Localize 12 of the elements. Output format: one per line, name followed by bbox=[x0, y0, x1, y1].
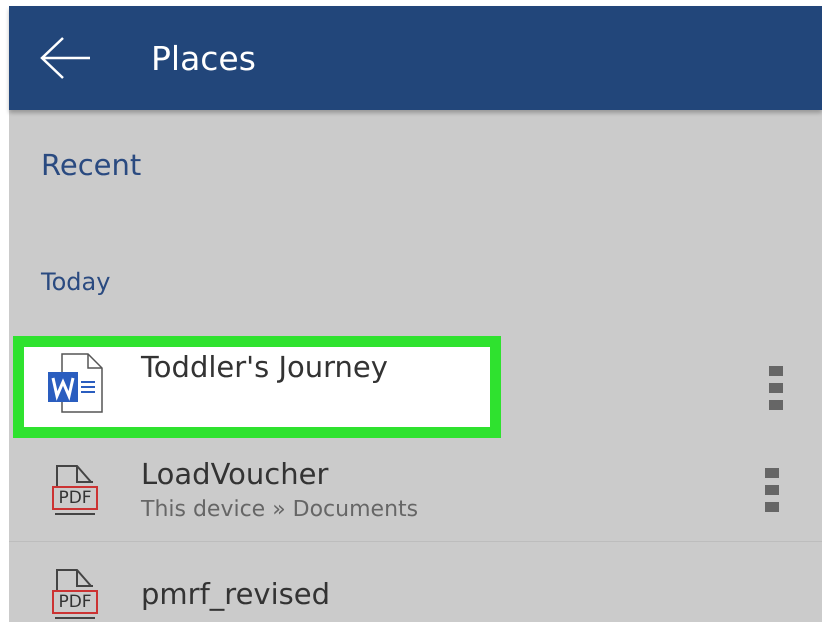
file-name: pmrf_revised bbox=[141, 576, 330, 610]
file-row[interactable]: PDF pmrf_revised bbox=[9, 542, 822, 622]
file-name: LoadVoucher bbox=[141, 457, 330, 491]
more-options-icon[interactable] bbox=[765, 468, 779, 512]
file-name: Toddler's Journey bbox=[141, 350, 388, 384]
more-options-icon[interactable] bbox=[769, 366, 783, 410]
section-heading: Recent bbox=[40, 147, 142, 184]
back-icon[interactable] bbox=[39, 36, 91, 80]
file-location: This device » Documents bbox=[141, 497, 418, 522]
file-row[interactable]: PDF LoadVoucher This device » Documents bbox=[9, 438, 822, 542]
screen-title: Places bbox=[151, 38, 256, 78]
group-heading: Today bbox=[40, 267, 112, 298]
